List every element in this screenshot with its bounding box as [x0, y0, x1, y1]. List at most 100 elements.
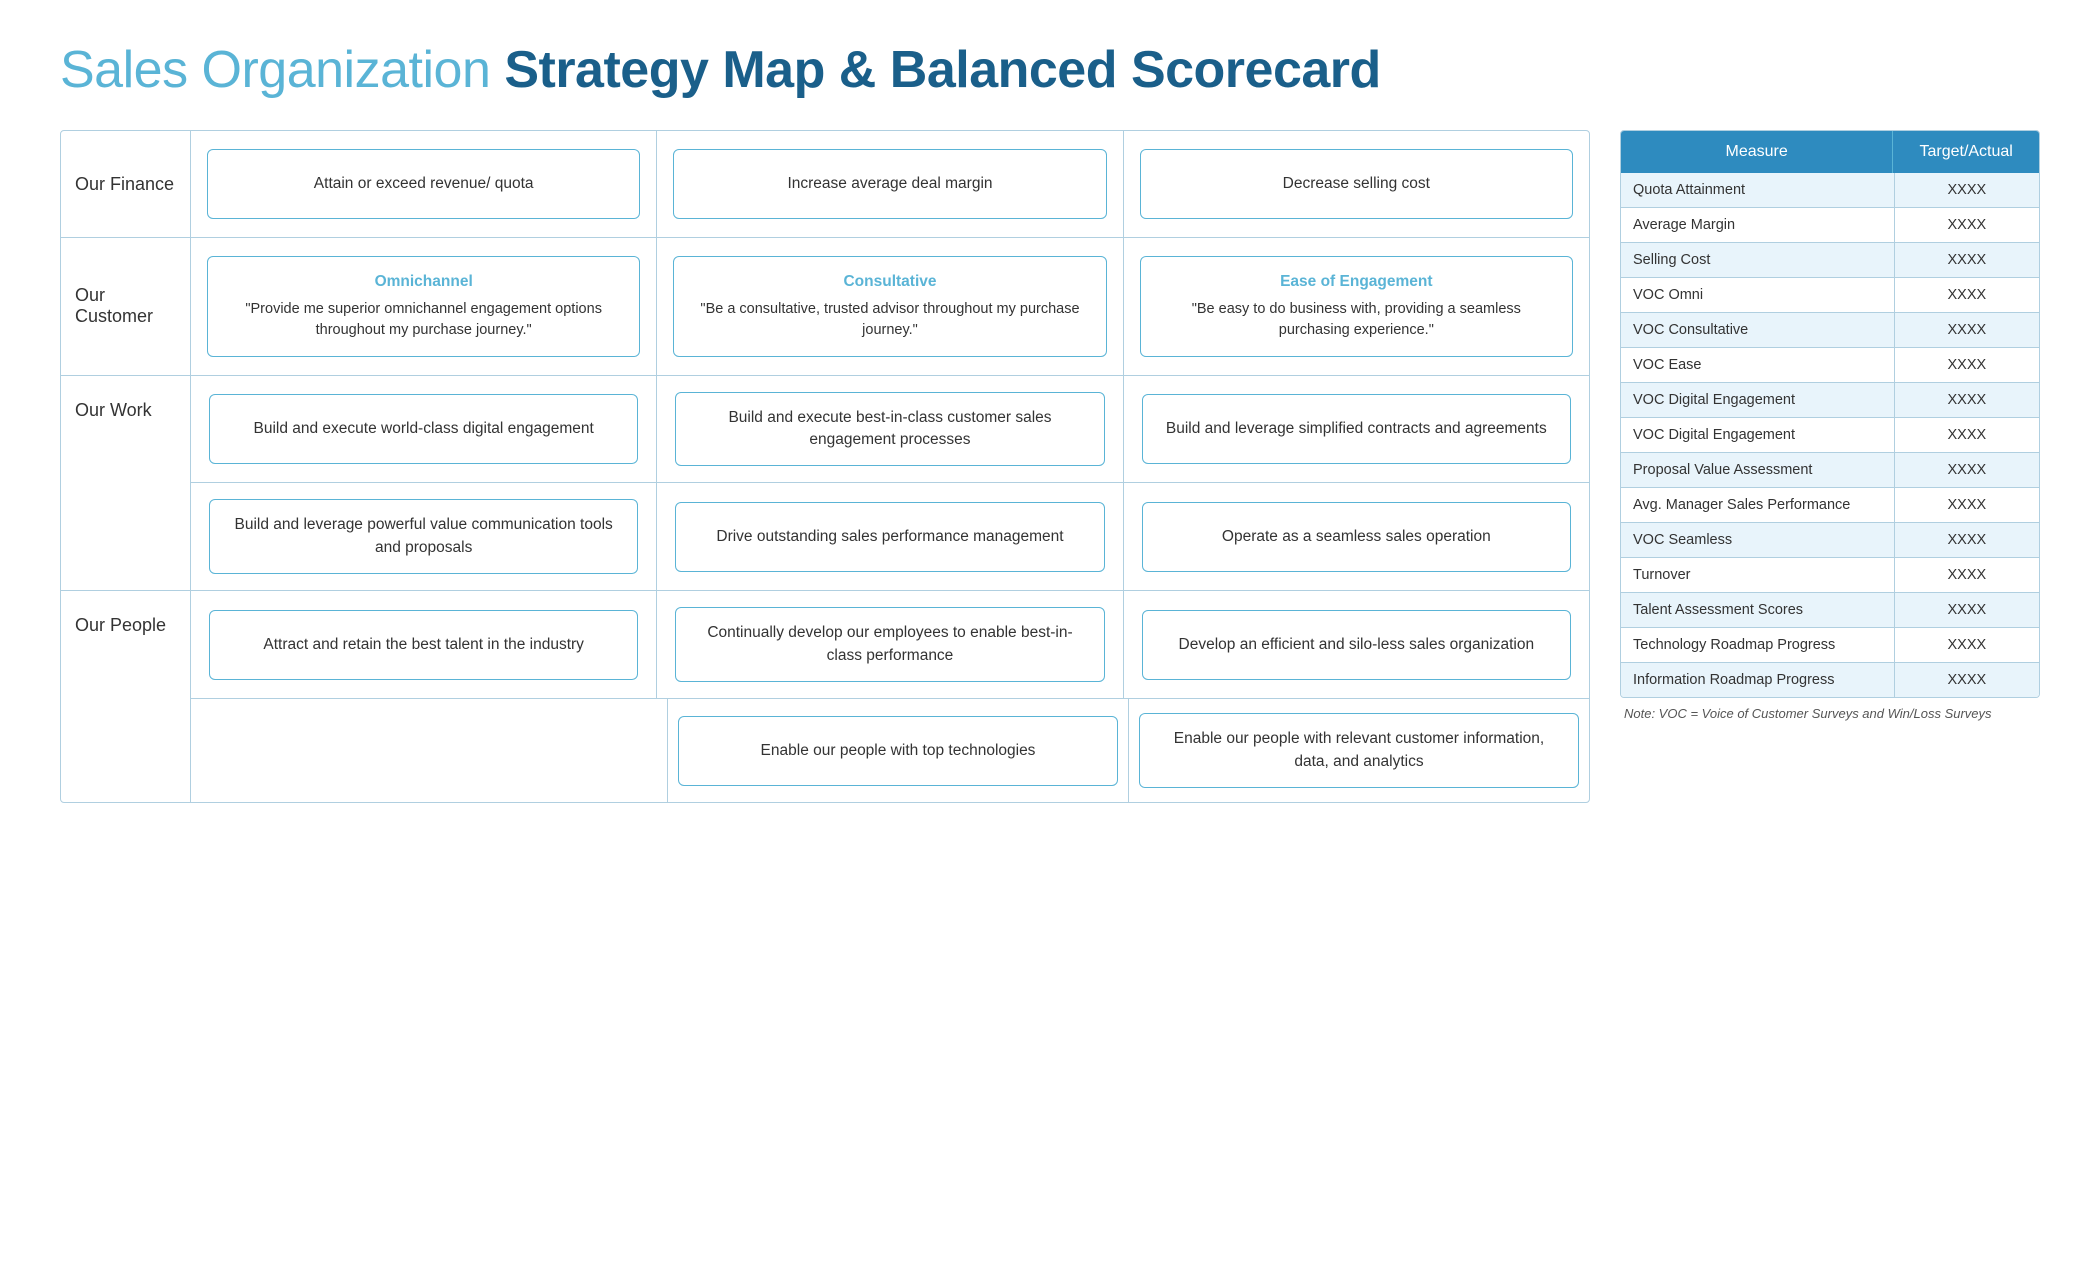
finance-box-3: Decrease selling cost — [1140, 149, 1573, 219]
scorecard-value-11: XXXX — [1895, 558, 2039, 592]
scorecard-value-6: XXXX — [1895, 383, 2039, 417]
work-cell-b1: Build and leverage powerful value commun… — [191, 483, 657, 590]
people-cells: Attract and retain the best talent in th… — [191, 591, 1589, 802]
people-row: Our People Attract and retain the best t… — [61, 591, 1589, 802]
work-box-b1: Build and leverage powerful value commun… — [209, 499, 638, 574]
scorecard-value-13: XXXX — [1895, 628, 2039, 662]
work-cell-t2: Build and execute best-in-class customer… — [657, 376, 1123, 483]
work-text-t3: Build and leverage simplified contracts … — [1166, 418, 1547, 440]
customer-label: Our Customer — [61, 238, 191, 375]
scorecard-value-4: XXXX — [1895, 313, 2039, 347]
customer-cell-1: Omnichannel "Provide me superior omnicha… — [191, 238, 657, 375]
scorecard-header: Measure Target/Actual — [1621, 131, 2039, 173]
finance-box-2: Increase average deal margin — [673, 149, 1106, 219]
customer-subtitle-1: "Provide me superior omnichannel engagem… — [224, 299, 623, 341]
people-cell-b1 — [191, 699, 668, 802]
scorecard-label-0: Quota Attainment — [1621, 173, 1895, 207]
scorecard-row-5: VOC Ease XXXX — [1621, 348, 2039, 383]
work-row: Our Work Build and execute world-class d… — [61, 376, 1589, 592]
scorecard-row-12: Talent Assessment Scores XXXX — [1621, 593, 2039, 628]
scorecard-label-8: Proposal Value Assessment — [1621, 453, 1895, 487]
people-box-b2: Enable our people with relevant customer… — [1139, 713, 1579, 788]
people-text-t2: Continually develop our employees to ena… — [692, 622, 1087, 667]
scorecard-row-4: VOC Consultative XXXX — [1621, 313, 2039, 348]
finance-box-1: Attain or exceed revenue/ quota — [207, 149, 640, 219]
people-label: Our People — [61, 591, 191, 802]
people-cell-b3: Enable our people with relevant customer… — [1129, 699, 1589, 802]
scorecard-label-2: Selling Cost — [1621, 243, 1895, 277]
finance-cells: Attain or exceed revenue/ quota Increase… — [191, 131, 1589, 237]
people-text-t3: Develop an efficient and silo-less sales… — [1179, 634, 1535, 656]
customer-title-1: Omnichannel — [224, 271, 623, 293]
work-box-t1: Build and execute world-class digital en… — [209, 394, 638, 464]
scorecard-row-11: Turnover XXXX — [1621, 558, 2039, 593]
scorecard-header-target: Target/Actual — [1893, 131, 2039, 173]
work-text-b1: Build and leverage powerful value commun… — [226, 514, 621, 559]
scorecard-row-7: VOC Digital Engagement XXXX — [1621, 418, 2039, 453]
work-cell-t1: Build and execute world-class digital en… — [191, 376, 657, 483]
scorecard-value-10: XXXX — [1895, 523, 2039, 557]
work-cells: Build and execute world-class digital en… — [191, 376, 1589, 591]
work-bottom-cells: Build and leverage powerful value commun… — [191, 483, 1589, 590]
finance-text-1: Attain or exceed revenue/ quota — [314, 173, 534, 195]
people-text-b1: Enable our people with top technologies — [761, 740, 1036, 762]
scorecard-row-6: VOC Digital Engagement XXXX — [1621, 383, 2039, 418]
people-cell-t2: Continually develop our employees to ena… — [657, 591, 1123, 698]
scorecard-row-14: Information Roadmap Progress XXXX — [1621, 663, 2039, 697]
customer-cell-3: Ease of Engagement "Be easy to do busine… — [1124, 238, 1589, 375]
scorecard-value-7: XXXX — [1895, 418, 2039, 452]
scorecard-label-7: VOC Digital Engagement — [1621, 418, 1895, 452]
people-cell-b2: Enable our people with top technologies — [668, 699, 1129, 802]
scorecard-label-1: Average Margin — [1621, 208, 1895, 242]
work-text-t1: Build and execute world-class digital en… — [253, 418, 593, 440]
customer-box-3: Ease of Engagement "Be easy to do busine… — [1140, 256, 1573, 357]
work-text-t2: Build and execute best-in-class customer… — [692, 407, 1087, 452]
scorecard-label-5: VOC Ease — [1621, 348, 1895, 382]
main-layout: Our Finance Attain or exceed revenue/ qu… — [60, 130, 2040, 803]
customer-title-3: Ease of Engagement — [1157, 271, 1556, 293]
people-text-b2: Enable our people with relevant customer… — [1156, 728, 1562, 773]
people-text-t1: Attract and retain the best talent in th… — [263, 634, 584, 656]
finance-cell-1: Attain or exceed revenue/ quota — [191, 131, 657, 237]
scorecard-value-12: XXXX — [1895, 593, 2039, 627]
scorecard-label-9: Avg. Manager Sales Performance — [1621, 488, 1895, 522]
finance-cell-2: Increase average deal margin — [657, 131, 1123, 237]
scorecard-header-measure: Measure — [1621, 131, 1893, 173]
page-title: Sales Organization Strategy Map & Balanc… — [60, 40, 2040, 100]
scorecard-label-10: VOC Seamless — [1621, 523, 1895, 557]
work-cell-b2: Drive outstanding sales performance mana… — [657, 483, 1123, 590]
finance-text-2: Increase average deal margin — [787, 173, 992, 195]
title-prefix: Sales Organization — [60, 41, 504, 99]
finance-label: Our Finance — [61, 131, 191, 237]
finance-row: Our Finance Attain or exceed revenue/ qu… — [61, 131, 1589, 238]
scorecard-value-0: XXXX — [1895, 173, 2039, 207]
scorecard-value-3: XXXX — [1895, 278, 2039, 312]
customer-subtitle-3: "Be easy to do business with, providing … — [1157, 299, 1556, 341]
scorecard-label-11: Turnover — [1621, 558, 1895, 592]
scorecard-row-13: Technology Roadmap Progress XXXX — [1621, 628, 2039, 663]
scorecard-label-3: VOC Omni — [1621, 278, 1895, 312]
people-box-t1: Attract and retain the best talent in th… — [209, 610, 638, 680]
work-cell-t3: Build and leverage simplified contracts … — [1124, 376, 1589, 483]
people-top-cells: Attract and retain the best talent in th… — [191, 591, 1589, 699]
customer-subtitle-2: "Be a consultative, trusted advisor thro… — [690, 299, 1089, 341]
scorecard-value-1: XXXX — [1895, 208, 2039, 242]
scorecard-value-9: XXXX — [1895, 488, 2039, 522]
scorecard-label-12: Talent Assessment Scores — [1621, 593, 1895, 627]
work-box-t2: Build and execute best-in-class customer… — [675, 392, 1104, 467]
customer-cell-2: Consultative "Be a consultative, trusted… — [657, 238, 1123, 375]
people-box-b1: Enable our people with top technologies — [678, 716, 1118, 786]
customer-box-2: Consultative "Be a consultative, trusted… — [673, 256, 1106, 357]
people-cell-t3: Develop an efficient and silo-less sales… — [1124, 591, 1589, 698]
scorecard-row-8: Proposal Value Assessment XXXX — [1621, 453, 2039, 488]
scorecard-value-14: XXXX — [1895, 663, 2039, 697]
scorecard-label-4: VOC Consultative — [1621, 313, 1895, 347]
scorecard-row-2: Selling Cost XXXX — [1621, 243, 2039, 278]
scorecard-value-5: XXXX — [1895, 348, 2039, 382]
scorecard-label-13: Technology Roadmap Progress — [1621, 628, 1895, 662]
work-top-cells: Build and execute world-class digital en… — [191, 376, 1589, 484]
work-label: Our Work — [61, 376, 191, 591]
strategy-map: Our Finance Attain or exceed revenue/ qu… — [60, 130, 1590, 803]
scorecard: Measure Target/Actual Quota Attainment X… — [1620, 130, 2040, 698]
work-box-b3: Operate as a seamless sales operation — [1142, 502, 1571, 572]
